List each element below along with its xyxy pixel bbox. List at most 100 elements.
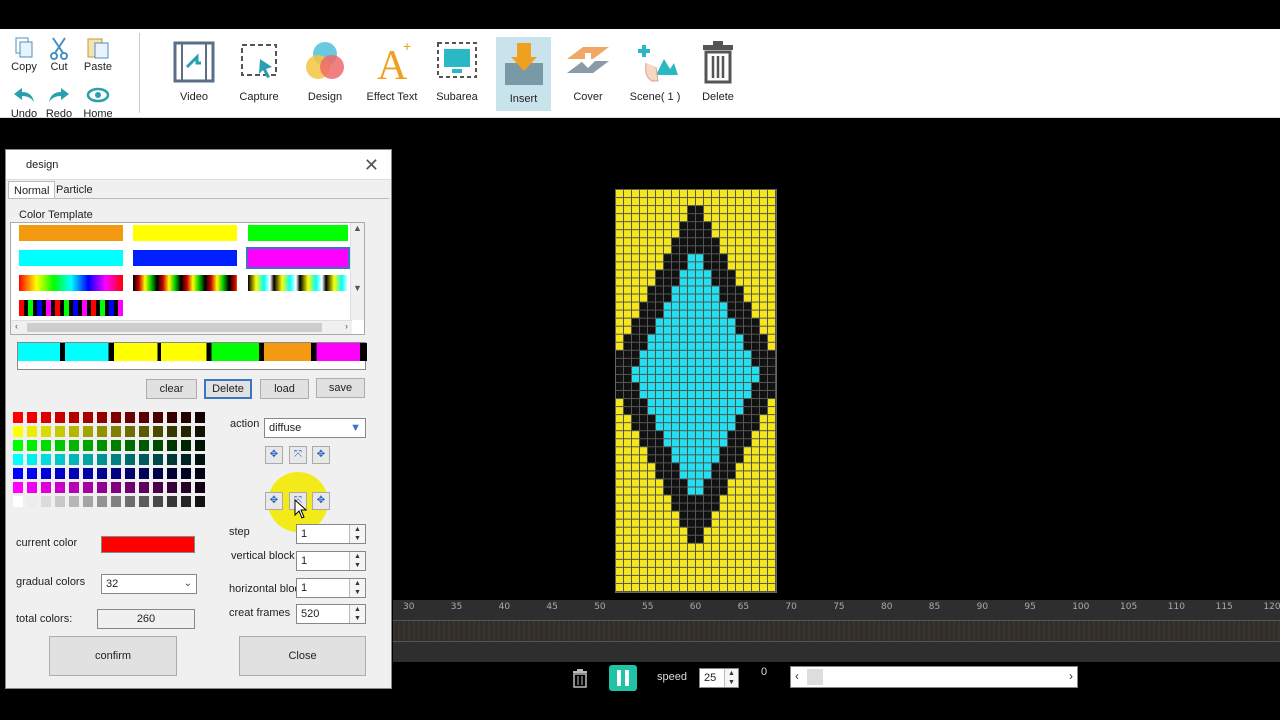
palette-color-cell[interactable] — [181, 454, 191, 465]
palette-color-cell[interactable] — [69, 412, 79, 423]
confirm-button[interactable]: confirm — [49, 636, 177, 676]
palette-color-cell[interactable] — [111, 482, 121, 493]
palette-color-cell[interactable] — [69, 454, 79, 465]
spin-arrows-icon[interactable]: ▲ ▼ — [724, 669, 738, 687]
palette-color-cell[interactable] — [13, 426, 23, 437]
palette-color-cell[interactable] — [139, 482, 149, 493]
palette-color-cell[interactable] — [13, 482, 23, 493]
palette-color-cell[interactable] — [167, 440, 177, 451]
pause-button[interactable] — [609, 665, 637, 691]
palette-color-cell[interactable] — [181, 440, 191, 451]
clear-button[interactable]: clear — [146, 379, 197, 399]
scene-button[interactable]: Scene( 1 ) — [622, 35, 688, 111]
timeline-track[interactable] — [393, 620, 1280, 642]
palette-color-cell[interactable] — [167, 468, 177, 479]
palette-color-cell[interactable] — [195, 496, 205, 507]
palette-color-cell[interactable] — [111, 496, 121, 507]
palette-color-cell[interactable] — [111, 412, 121, 423]
palette-color-cell[interactable] — [153, 412, 163, 423]
palette-color-cell[interactable] — [139, 496, 149, 507]
tab-normal[interactable]: Normal — [8, 181, 56, 199]
palette-color-cell[interactable] — [111, 440, 121, 451]
palette-color-cell[interactable] — [55, 468, 65, 479]
palette-color-cell[interactable] — [153, 468, 163, 479]
palette-color-cell[interactable] — [27, 426, 37, 437]
capture-button[interactable]: Capture — [226, 35, 292, 111]
home-button[interactable]: Home — [76, 82, 120, 120]
palette-color-cell[interactable] — [195, 454, 205, 465]
palette-color-cell[interactable] — [181, 412, 191, 423]
palette-color-cell[interactable] — [111, 426, 121, 437]
palette-color-cell[interactable] — [69, 482, 79, 493]
step-input[interactable]: 1 ▲ ▼ — [296, 524, 366, 544]
palette-color-cell[interactable] — [55, 482, 65, 493]
palette-color-cell[interactable] — [13, 412, 23, 423]
delete-button[interactable]: Delete — [685, 35, 751, 111]
expand-arrows-icon[interactable]: ✥ — [312, 446, 330, 464]
load-button[interactable]: load — [260, 379, 309, 399]
cut-button[interactable]: Cut — [37, 35, 81, 73]
speed-input[interactable]: 25 ▲ ▼ — [699, 668, 739, 688]
palette-color-cell[interactable] — [139, 454, 149, 465]
palette-color-cell[interactable] — [83, 482, 93, 493]
palette-color-cell[interactable] — [27, 454, 37, 465]
palette-color-cell[interactable] — [97, 440, 107, 451]
spin-arrows-icon[interactable]: ▲ ▼ — [349, 552, 365, 570]
palette-color-cell[interactable] — [153, 426, 163, 437]
palette-color-cell[interactable] — [153, 440, 163, 451]
gradual-colors-select[interactable]: 32 ⌄ — [101, 574, 197, 594]
tab-particle[interactable]: Particle — [51, 181, 98, 199]
move-arrows-icon[interactable]: ✥ — [265, 446, 283, 464]
palette-color-cell[interactable] — [97, 496, 107, 507]
move-arrows-icon[interactable]: ✥ — [265, 492, 283, 510]
palette-color-cell[interactable] — [83, 496, 93, 507]
template-swatch[interactable] — [19, 275, 123, 291]
palette-color-cell[interactable] — [153, 496, 163, 507]
palette-color-cell[interactable] — [153, 482, 163, 493]
palette-color-cell[interactable] — [97, 412, 107, 423]
palette-color-cell[interactable] — [125, 440, 135, 451]
palette-color-cell[interactable] — [41, 412, 51, 423]
palette-color-cell[interactable] — [13, 496, 23, 507]
palette-color-cell[interactable] — [55, 412, 65, 423]
spin-arrows-icon[interactable]: ▲ ▼ — [349, 525, 365, 543]
palette-color-cell[interactable] — [167, 426, 177, 437]
palette-color-cell[interactable] — [125, 496, 135, 507]
palette-color-cell[interactable] — [69, 426, 79, 437]
palette-color-cell[interactable] — [55, 426, 65, 437]
chevron-right-icon[interactable]: › — [1069, 669, 1073, 683]
palette-color-cell[interactable] — [97, 482, 107, 493]
palette-color-cell[interactable] — [41, 496, 51, 507]
design-button[interactable]: Design — [292, 35, 358, 111]
palette-color-cell[interactable] — [153, 454, 163, 465]
palette-color-cell[interactable] — [27, 496, 37, 507]
palette-color-cell[interactable] — [125, 412, 135, 423]
palette-color-cell[interactable] — [195, 440, 205, 451]
palette-color-cell[interactable] — [195, 412, 205, 423]
close-button[interactable]: Close — [239, 636, 366, 676]
led-preview-grid[interactable] — [615, 189, 777, 593]
palette-color-cell[interactable] — [13, 454, 23, 465]
palette-color-cell[interactable] — [27, 412, 37, 423]
palette-color-cell[interactable] — [181, 496, 191, 507]
template-swatch[interactable] — [248, 225, 348, 241]
timeline[interactable]: 30 35 40 45 50 55 60 65 70 75 80 85 90 95 100 105 110 115… — [393, 600, 1280, 662]
delete-template-button[interactable]: Delete — [204, 379, 252, 399]
palette-color-cell[interactable] — [167, 454, 177, 465]
scrollbar-thumb[interactable] — [807, 669, 823, 685]
expand-arrows-icon[interactable]: ✥ — [312, 492, 330, 510]
palette-color-cell[interactable] — [167, 482, 177, 493]
effect-text-button[interactable]: A + Effect Text — [359, 35, 425, 111]
insert-button[interactable]: Insert — [496, 37, 551, 111]
palette-color-cell[interactable] — [125, 468, 135, 479]
template-swatch[interactable] — [19, 250, 123, 266]
template-swatch[interactable] — [248, 275, 348, 291]
palette-color-cell[interactable] — [27, 482, 37, 493]
palette-color-cell[interactable] — [195, 482, 205, 493]
palette-color-cell[interactable] — [139, 468, 149, 479]
palette-color-cell[interactable] — [83, 426, 93, 437]
template-swatch[interactable] — [133, 275, 237, 291]
close-icon[interactable]: ✕ — [364, 155, 379, 176]
cover-button[interactable]: Cover — [555, 35, 621, 111]
palette-color-cell[interactable] — [83, 454, 93, 465]
